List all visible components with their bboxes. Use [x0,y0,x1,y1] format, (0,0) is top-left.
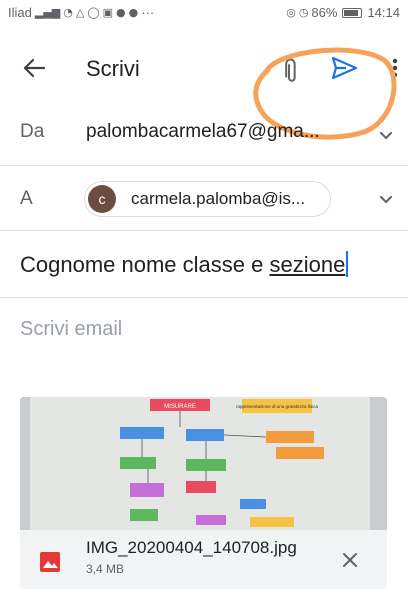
paperclip-icon [285,58,296,82]
attachment-thumbnail: MISURARE rappresentazione di una grandez… [20,397,387,530]
close-icon[interactable] [338,548,362,572]
recipient-chip[interactable]: c carmela.palomba@is... [84,181,331,217]
arrow-back-icon [23,58,46,78]
attachment-card[interactable]: MISURARE rappresentazione di una grandez… [20,397,387,589]
status-bar-right: ◎ ◷ 86% 14:14 [286,5,400,20]
warning-icon: △ [75,5,85,19]
chevron-down-icon[interactable] [376,125,396,145]
attachment-file-size: 3,4 MB [86,562,125,576]
text-cursor [346,251,349,277]
from-label: Da [20,121,45,142]
status-bar: Iliad ▂▄▆ ◔ △ ◯ ▣ ● ● ··· ◎ ◷ 86% 14:14 [0,0,408,26]
more-options-button[interactable] [386,52,404,84]
to-label: A [20,188,33,209]
battery-level [344,9,359,16]
thumb-label: MISURARE [164,404,196,410]
thumb-label: rappresentazione di una grandezza fisica [236,404,319,409]
send-button[interactable] [328,52,360,84]
email-body-input[interactable]: Scrivi email [20,318,122,341]
page-title: Scrivi [86,56,140,81]
carrier-label: Iliad [8,5,32,20]
notification-icon: ● [128,5,139,19]
chevron-down-icon[interactable] [376,189,396,209]
alarm-icon: ◷ [298,5,309,19]
subject-text: Cognome nome classe e [20,252,270,277]
instagram-icon: ▣ [102,5,114,19]
avatar: c [88,185,116,213]
signal-icon: ▂▄▆ [34,5,61,19]
divider [0,297,408,298]
divider [0,230,408,231]
whatsapp-icon: ◯ [87,5,100,19]
attachment-footer: IMG_20200404_140708.jpg 3,4 MB [20,530,387,589]
wifi-icon: ◔ [63,5,73,19]
subject-text-underlined: sezione [269,252,346,277]
more-vert-icon [392,58,398,78]
from-account[interactable]: palombacarmela67@gma... [86,121,356,143]
battery-percent: 86% [311,5,338,20]
divider [0,165,408,166]
app-bar: Scrivi [0,44,408,92]
from-row: Da palombacarmela67@gma... [0,121,408,151]
clock: 14:14 [367,5,400,20]
recipient-email: carmela.palomba@is... [131,189,306,208]
vibrate-icon: ◎ [286,5,296,19]
attachment-file-name: IMG_20200404_140708.jpg [86,538,297,557]
more-notifications: ··· [141,5,155,20]
send-icon [331,56,358,80]
back-button[interactable] [18,52,50,84]
attach-button[interactable] [273,52,305,84]
battery-icon [342,7,363,18]
subject-field[interactable]: Cognome nome classe e sezione [20,251,390,285]
status-bar-left: Iliad ▂▄▆ ◔ △ ◯ ▣ ● ● ··· [8,5,154,20]
image-file-icon [40,552,60,572]
facebook-icon: ● [116,5,126,19]
